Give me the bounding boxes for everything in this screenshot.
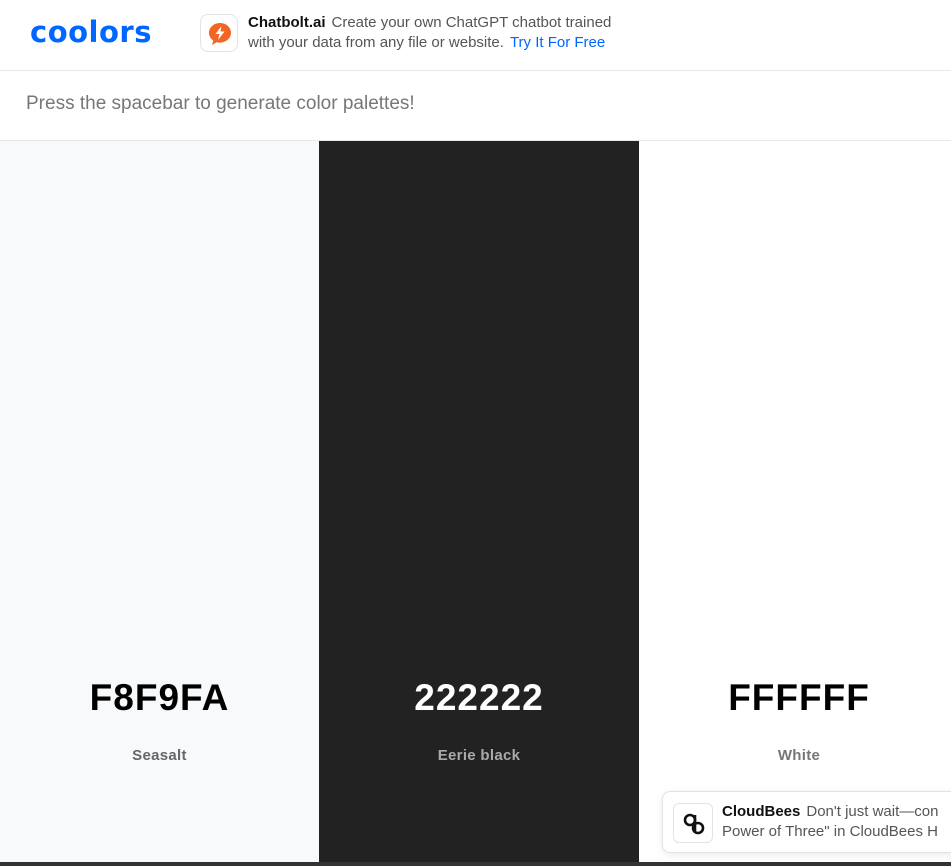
sponsored-ad[interactable]: Chatbolt.ai Create your own ChatGPT chatb…: [200, 13, 660, 59]
color-swatch[interactable]: 222222 Eerie black: [319, 141, 639, 866]
color-name: Seasalt: [132, 747, 187, 764]
bottom-divider: [0, 862, 951, 866]
lightning-bolt-icon: [200, 14, 238, 52]
cloudbees-ad-toast[interactable]: CloudBees Don't just wait—con Power of Th…: [662, 791, 951, 853]
color-name: Eerie black: [437, 747, 521, 764]
toast-line-2: Power of Three" in CloudBees H: [722, 823, 938, 840]
ad-line-2: with your data from any file or website.: [248, 34, 504, 51]
color-hex-code[interactable]: 222222: [319, 677, 639, 719]
color-palette: F8F9FA Seasalt 222222 Eerie black FFFFFF…: [0, 141, 951, 866]
color-swatch[interactable]: FFFFFF White: [639, 141, 951, 866]
color-name: White: [777, 747, 821, 764]
color-swatch[interactable]: F8F9FA Seasalt: [0, 141, 319, 866]
ad-brand: Chatbolt.ai: [248, 14, 326, 31]
spacebar-hint: Press the spacebar to generate color pal…: [26, 93, 415, 114]
hint-bar: Press the spacebar to generate color pal…: [0, 71, 951, 141]
toast-line-1: Don't just wait—con: [806, 803, 939, 820]
color-hex-code[interactable]: FFFFFF: [639, 677, 951, 719]
color-hex-code[interactable]: F8F9FA: [0, 677, 319, 719]
ad-cta-link[interactable]: Try It For Free: [510, 34, 605, 51]
ad-line-1: Create your own ChatGPT chatbot trained: [331, 14, 612, 31]
cloudbees-logo-icon: [673, 803, 713, 843]
top-header: coolors Chatbolt.ai Create your own ChatG…: [0, 0, 951, 71]
toast-brand: CloudBees: [722, 803, 801, 820]
coolors-logo[interactable]: coolors: [30, 14, 152, 50]
